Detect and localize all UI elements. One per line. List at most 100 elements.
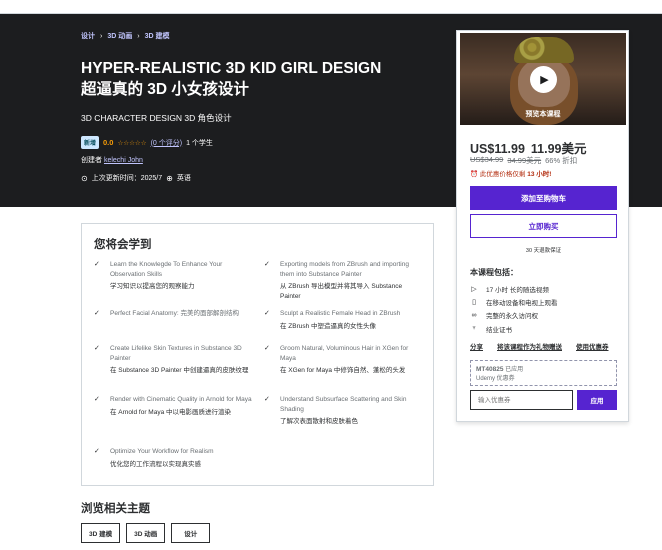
include-text: 结业证书 — [486, 326, 512, 334]
learn-item: ✓ Understand Subsurface Scattering and S… — [264, 395, 424, 427]
coupon-code: MT40825 — [476, 366, 504, 373]
learn-item-en: Optimize Your Workflow for Realism — [110, 448, 214, 455]
original-price: US$34.99 — [470, 155, 504, 164]
topic-chip-design[interactable]: 设计 — [171, 523, 211, 543]
course-title-zh: 超逼真的 3D 小女孩设计 — [81, 81, 249, 98]
learn-item-zh: 了解次表面散射和皮肤着色 — [280, 418, 358, 425]
add-to-cart-button[interactable]: 添加至购物车 — [470, 186, 617, 210]
includes-list: ▷ 17 小时 长的随选视频 ▯ 在移动设备和电视上观看 ∞ 完整的永久访问权 … — [470, 282, 558, 335]
video-icon: ▷ — [471, 285, 477, 293]
check-icon: ✓ — [264, 396, 270, 403]
check-icon: ✓ — [264, 310, 270, 317]
chevron-right-icon: › — [137, 32, 140, 40]
students-count: 1 个学生 — [186, 139, 213, 147]
what-you-will-learn: 您将会学到 ✓ Learn the Knowlegde To Enhance Y… — [81, 223, 434, 486]
coupon-note: Udemy 优惠券 — [476, 376, 515, 382]
learn-item: ✓ Create Lifelike Skin Textures in Subst… — [94, 344, 254, 376]
topic-chip-3d-modeling[interactable]: 3D 建模 — [81, 523, 121, 543]
breadcrumb-item-3d-animation[interactable]: 3D 动画 — [107, 31, 132, 41]
discount-percent: 66% 折扣 — [545, 156, 578, 165]
includes-heading: 本课程包括： — [470, 268, 518, 277]
topic-chips: 3D 建模 3D 动画 设计 — [81, 523, 211, 543]
learn-item-en: Perfect Facial Anatomy: 完美的面部解剖结构 — [110, 310, 239, 317]
share-link[interactable]: 分享 — [470, 341, 483, 351]
chevron-right-icon: › — [100, 32, 103, 40]
original-price-row: US$34.99 34.99美元 66% 折扣 — [470, 155, 577, 166]
check-icon: ✓ — [264, 261, 270, 268]
card-links: 分享 将该课程作为礼物赠送 使用优惠券 — [470, 341, 609, 351]
breadcrumb-item-3d-modeling[interactable]: 3D 建模 — [145, 31, 170, 41]
preview-label: 预览本课程 — [525, 111, 561, 118]
course-preview[interactable]: ▶ 预览本课程 — [460, 33, 626, 125]
learn-item-en: Render with Cinematic Quality in Arnold … — [110, 396, 252, 403]
include-item: ▯ 在移动设备和电视上观看 — [470, 295, 558, 308]
rating-row: 新增 0.0 ☆☆☆☆☆ (0 个评分) 1 个学生 — [81, 136, 213, 149]
course-title: HYPER-REALISTIC 3D KID GIRL DESIGN 超逼真的 … — [81, 58, 441, 100]
learn-item: ✓ Sculpt a Realistic Female Head in ZBru… — [264, 309, 424, 331]
learn-item: ✓ Exporting models from ZBrush and impor… — [264, 260, 424, 301]
apply-coupon-button[interactable]: 应用 — [577, 390, 617, 410]
learn-item: ✓ Perfect Facial Anatomy: 完美的面部解剖结构 — [94, 309, 254, 319]
include-item: ♆ 结业证书 — [470, 322, 558, 335]
creator-link[interactable]: kelechi John — [104, 157, 143, 164]
include-text: 完整的永久访问权 — [486, 313, 538, 321]
include-text: 17 小时 长的随选视频 — [486, 286, 549, 294]
gift-course-link[interactable]: 将该课程作为礼物赠送 — [497, 341, 562, 351]
infinity-icon: ∞ — [471, 311, 477, 319]
check-icon: ✓ — [264, 345, 270, 352]
learn-item: ✓ Optimize Your Workflow for Realism 优化您… — [94, 447, 254, 469]
money-back-guarantee: 30 天退款保证 — [525, 248, 562, 254]
check-icon: ✓ — [94, 261, 100, 268]
purchase-card: ▶ 预览本课程 US$11.99 11.99美元 US$34.99 34.99美… — [456, 30, 629, 422]
coupon-input[interactable] — [470, 390, 573, 410]
learn-item-en: Learn the Knowlegde To Enhance Your Obse… — [110, 261, 223, 278]
timer-prefix: 此优惠价格仅剩 — [479, 171, 526, 178]
top-bar — [0, 0, 662, 14]
include-item: ▷ 17 小时 长的随选视频 — [470, 282, 558, 295]
learn-item-zh: 在 XGen for Maya 中修饰自然、蓬松的头发 — [280, 367, 406, 374]
learn-item: ✓ Groom Natural, Voluminous Hair in XGen… — [264, 344, 424, 376]
course-title-en: HYPER-REALISTIC 3D KID GIRL DESIGN — [81, 60, 382, 77]
learn-item-en: Create Lifelike Skin Textures in Substan… — [110, 345, 242, 362]
apply-coupon-link[interactable]: 使用优惠券 — [576, 341, 609, 351]
include-item: ∞ 完整的永久访问权 — [470, 309, 558, 322]
breadcrumb-item-design[interactable]: 设计 — [81, 31, 95, 41]
rating-value: 0.0 — [103, 138, 114, 147]
creator-row: 创建者 kelechi John — [81, 155, 143, 165]
course-language: 英语 — [176, 175, 191, 182]
discount-timer: ⏰ 此优惠价格仅剩 13 小时! — [470, 168, 551, 178]
learn-item-en: Groom Natural, Voluminous Hair in XGen f… — [280, 345, 409, 362]
learn-item: ✓ Learn the Knowlegde To Enhance Your Ob… — [94, 260, 254, 292]
applied-coupon: MT40825 已应用 Udemy 优惠券 — [470, 360, 617, 386]
learn-item: ✓ Render with Cinematic Quality in Arnol… — [94, 395, 254, 417]
learn-item-zh: 学习知识以提高您的观察能力 — [110, 283, 195, 290]
play-icon: ▶ — [540, 74, 549, 86]
mobile-icon: ▯ — [472, 298, 476, 306]
learn-item-en: Exporting models from ZBrush and importi… — [280, 261, 409, 278]
trophy-icon: ♆ — [471, 325, 477, 333]
learn-item-zh: 优化您的工作流程以实现真实感 — [110, 460, 201, 468]
learn-item-en: Understand Subsurface Scattering and Ski… — [280, 396, 407, 413]
star-rating-icon: ☆☆☆☆☆ — [117, 139, 147, 147]
learn-item-zh: 在 Arnold for Maya 中以电影画质进行渲染 — [110, 408, 231, 416]
alarm-clock-icon: ⏰ — [470, 171, 479, 178]
globe-icon: ⊕ — [166, 173, 173, 183]
learn-item-zh: 在 Substance 3D Painter 中创建逼真的皮肤纹理 — [110, 367, 249, 374]
original-price-alt: 34.99美元 — [507, 156, 542, 165]
new-badge: 新增 — [81, 136, 100, 149]
buy-now-button[interactable]: 立即购买 — [470, 214, 617, 238]
check-icon: ✓ — [94, 345, 100, 352]
alert-clock-icon: ⊙ — [81, 173, 88, 183]
include-text: 在移动设备和电视上观看 — [486, 299, 558, 307]
learn-heading: 您将会学到 — [94, 239, 152, 251]
creator-label: 创建者 — [81, 157, 102, 164]
learn-item-zh: 从 ZBrush 导出模型并将其导入 Substance Painter — [280, 283, 403, 300]
check-icon: ✓ — [94, 310, 100, 317]
topic-chip-3d-animation[interactable]: 3D 动画 — [126, 523, 166, 543]
check-icon: ✓ — [94, 396, 100, 403]
browse-topics-heading: 浏览相关主题 — [81, 503, 150, 515]
breadcrumb: 设计 › 3D 动画 › 3D 建模 — [81, 31, 170, 41]
ratings-count-link[interactable]: (0 个评分) — [151, 138, 183, 148]
last-updated: 上次更新时间：2025/7 — [91, 175, 163, 182]
play-button[interactable]: ▶ — [530, 66, 557, 93]
